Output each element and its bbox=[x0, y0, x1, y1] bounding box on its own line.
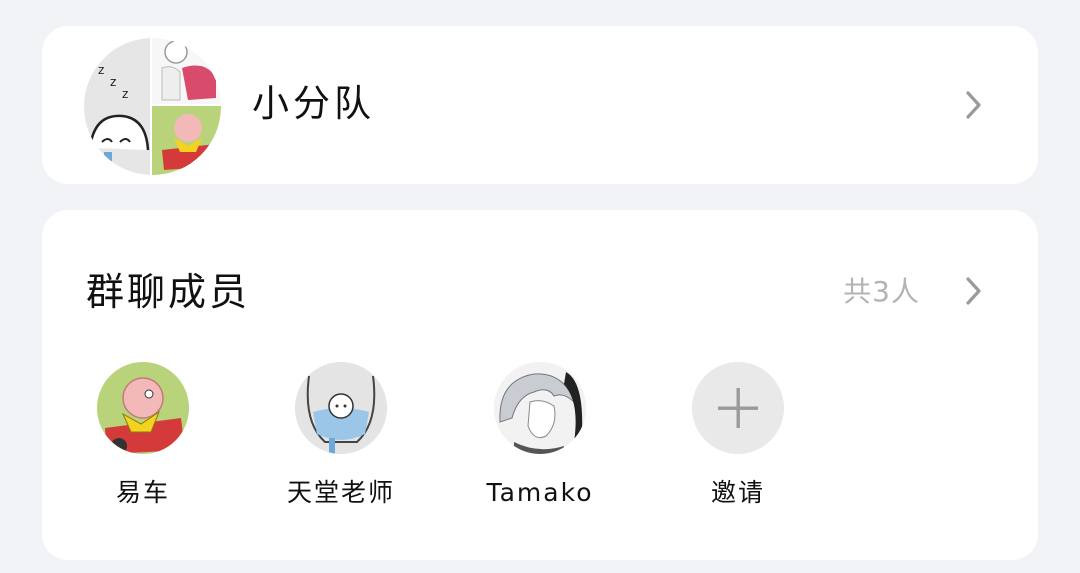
chevron-right-icon[interactable] bbox=[960, 274, 986, 308]
group-name: 小分队 bbox=[252, 82, 375, 125]
jar-character-avatar-icon bbox=[295, 362, 387, 454]
member-name: 易车 bbox=[115, 478, 170, 507]
plus-icon[interactable] bbox=[692, 362, 784, 454]
member-item[interactable]: 天堂老师 bbox=[261, 362, 421, 510]
group-members-card: 群聊成员 共3人 易车 天堂老师 Tamako 邀请 bbox=[42, 210, 1038, 560]
dragon-car-avatar-icon bbox=[97, 362, 189, 454]
invite-label: 邀请 bbox=[710, 478, 765, 507]
silver-hair-avatar-icon bbox=[494, 362, 586, 454]
group-avatar: z z z bbox=[84, 38, 221, 175]
members-count[interactable]: 共3人 bbox=[843, 272, 920, 312]
svg-text:z: z bbox=[110, 75, 116, 89]
group-info-card[interactable]: z z z 小分队 bbox=[42, 26, 1038, 184]
member-name: Tamako bbox=[486, 478, 594, 507]
svg-text:z: z bbox=[98, 63, 104, 77]
member-item[interactable]: 易车 bbox=[63, 362, 223, 510]
members-section-title: 群聊成员 bbox=[86, 270, 251, 314]
invite-button[interactable]: 邀请 bbox=[658, 362, 818, 510]
member-name: 天堂老师 bbox=[286, 478, 395, 507]
member-item[interactable]: Tamako bbox=[460, 362, 620, 510]
svg-text:z: z bbox=[122, 87, 128, 101]
group-collage-avatar-icon: z z z bbox=[84, 38, 221, 175]
chevron-right-icon[interactable] bbox=[960, 88, 986, 122]
